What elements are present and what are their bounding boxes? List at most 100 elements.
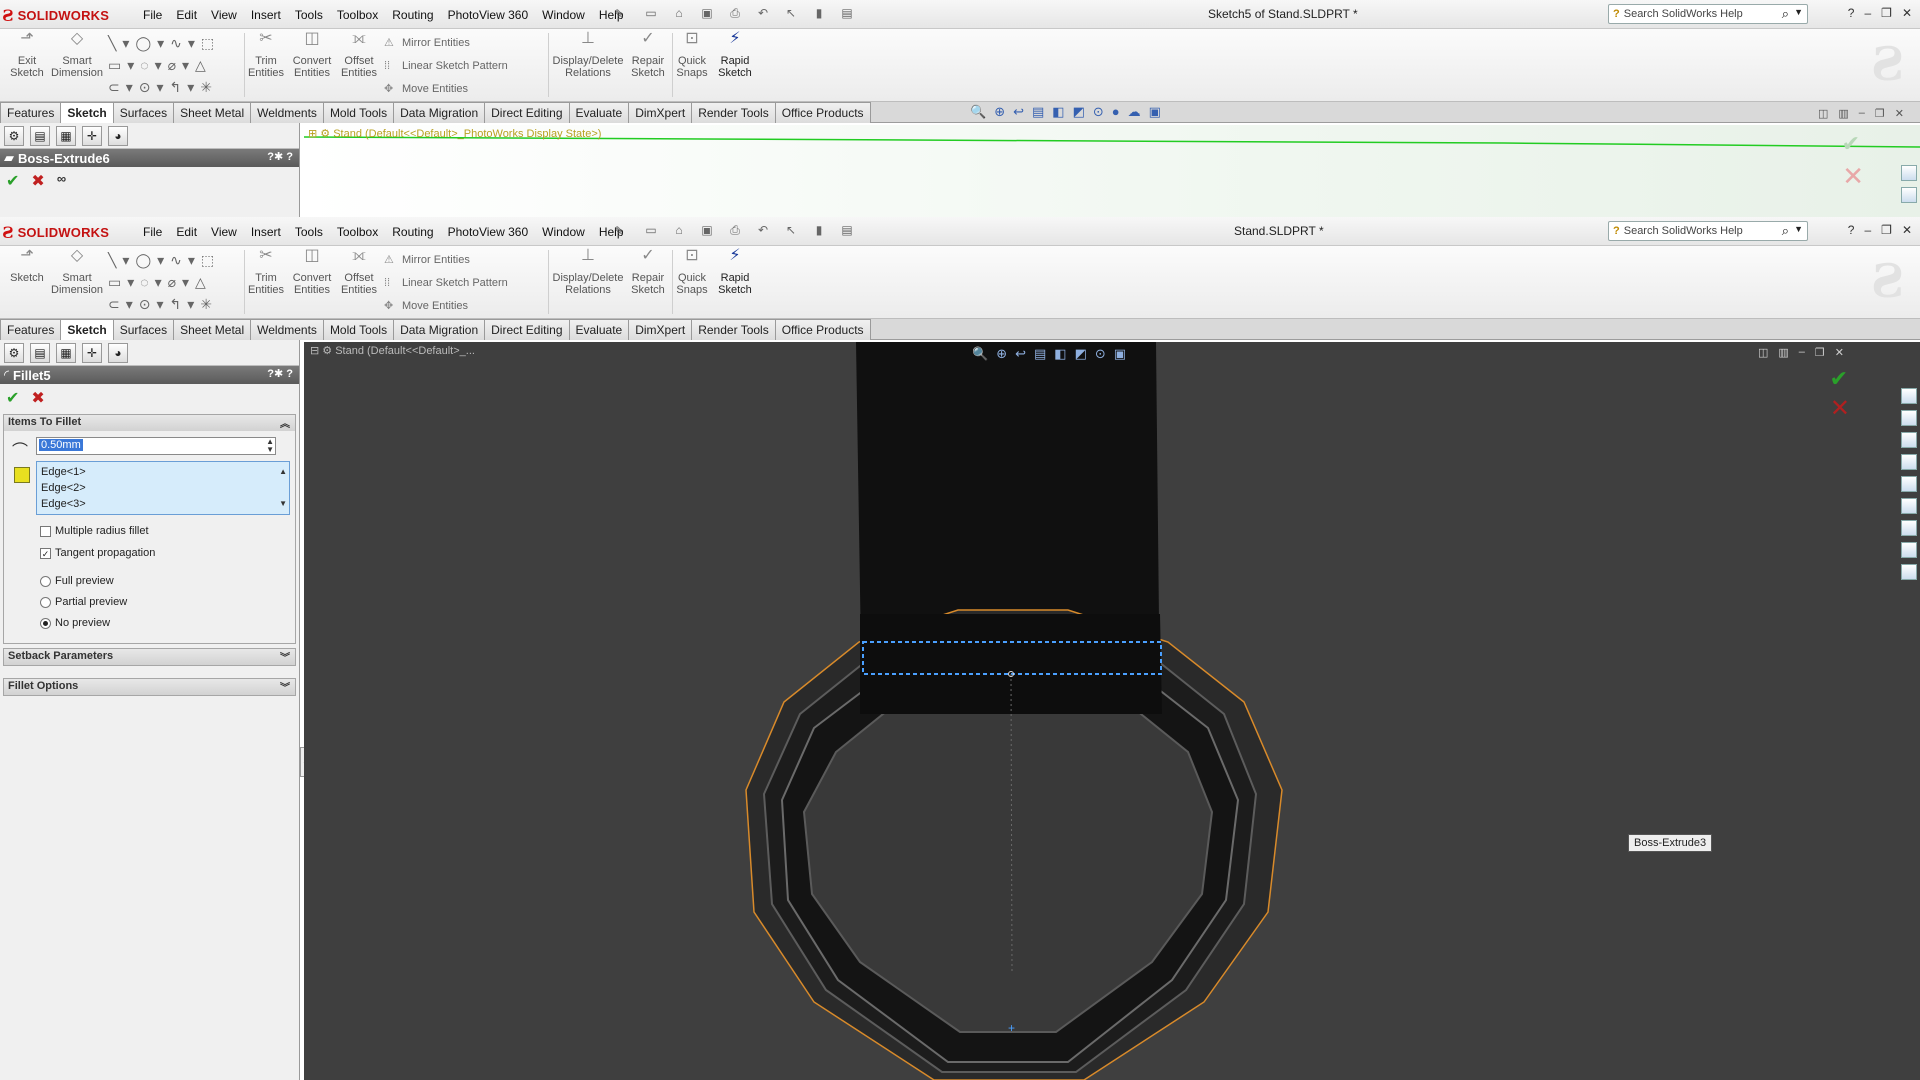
move-entities-item[interactable]: ✥ Move Entities <box>384 78 508 101</box>
tab-sheet-metal[interactable]: Sheet Metal <box>173 319 252 340</box>
tab-office-products[interactable]: Office Products <box>774 102 871 123</box>
feature-tree-root[interactable]: ⊞ ⚙ Stand (Default<<Default>_PhotoWorks … <box>308 127 601 140</box>
radius-value[interactable]: 0.50mm <box>39 439 83 451</box>
home-icon[interactable] <box>1901 410 1917 426</box>
help-icon[interactable]: ? <box>1848 223 1855 237</box>
help-icon[interactable]: ?✱ ? <box>267 150 293 163</box>
tab-weldments[interactable]: Weldments <box>250 319 324 340</box>
linear-pattern-item[interactable]: ⁞⁞ Linear Sketch Pattern <box>384 272 508 295</box>
new-icon[interactable]: ▭ <box>640 6 662 22</box>
menu-window[interactable]: Window <box>535 6 592 24</box>
close-icon[interactable]: ✕ <box>1895 107 1904 120</box>
save-icon[interactable]: ▣ <box>696 6 718 22</box>
tab-features[interactable]: Features <box>0 319 62 340</box>
cancel-x-icon[interactable]: ✖ <box>31 171 44 190</box>
section-view-icon[interactable]: ▤ <box>1034 346 1046 362</box>
tab-render-tools[interactable]: Render Tools <box>691 102 776 123</box>
recorder-icon[interactable] <box>1901 564 1917 580</box>
scroll-up-icon[interactable]: ▲ <box>279 464 287 480</box>
property-manager-icon[interactable]: ▤ <box>30 343 50 363</box>
scroll-down-icon[interactable]: ▼ <box>279 496 287 512</box>
custom-properties-icon[interactable] <box>1901 520 1917 536</box>
group-header[interactable]: Setback Parameters ︾ <box>4 649 295 665</box>
restore-icon[interactable]: ❐ <box>1815 346 1825 359</box>
tab-sheet-metal[interactable]: Sheet Metal <box>173 102 252 123</box>
resources-icon[interactable] <box>1901 165 1917 181</box>
menu-edit[interactable]: Edit <box>169 6 204 24</box>
move-entities-item[interactable]: ✥ Move Entities <box>384 295 508 318</box>
view-settings-icon[interactable]: ▣ <box>1114 346 1126 362</box>
expand-icon[interactable]: ︾ <box>280 679 290 694</box>
restore-icon[interactable]: ❐ <box>1875 107 1885 120</box>
split-h-icon[interactable]: ◫ <box>1758 346 1768 359</box>
tangent-checkbox[interactable]: ✓ <box>40 547 51 559</box>
tab-mold-tools[interactable]: Mold Tools <box>322 319 395 340</box>
tab-sketch[interactable]: Sketch <box>60 319 114 340</box>
expand-icon[interactable]: ︾ <box>280 649 290 664</box>
tab-mold-tools[interactable]: Mold Tools <box>322 102 395 123</box>
split-h-icon[interactable]: ◫ <box>1818 107 1828 120</box>
split-v-icon[interactable]: ▥ <box>1838 107 1848 120</box>
zoom-area-icon[interactable]: ⊕ <box>994 104 1005 120</box>
linear-pattern-item[interactable]: ⁞⁞ Linear Sketch Pattern <box>384 55 508 78</box>
tab-data-migration[interactable]: Data Migration <box>393 319 486 340</box>
menu-insert[interactable]: Insert <box>244 223 288 241</box>
feature-manager-icon[interactable]: ⚙ <box>4 126 24 146</box>
confirm-ok-icon[interactable]: ✔ <box>1842 131 1860 157</box>
no-preview-option[interactable]: No preview <box>40 617 110 629</box>
menu-toolbox[interactable]: Toolbox <box>330 6 385 24</box>
confirm-cancel-icon[interactable]: ✕ <box>1842 161 1864 192</box>
partial-preview-option[interactable]: Partial preview <box>40 596 127 608</box>
previous-view-icon[interactable]: ↩ <box>1013 104 1024 120</box>
print-icon[interactable]: ⎙ <box>724 6 746 22</box>
sketch-tools-grid[interactable]: ╲▾◯▾∿▾⬚ ▭▾◌▾⌀▾△ ⊂▾⊙▾↰▾✳ <box>108 249 240 313</box>
confirm-ok-icon[interactable]: ✔ <box>1830 366 1848 392</box>
ok-check-icon[interactable]: ✔ <box>6 388 19 407</box>
options-icon[interactable]: ▤ <box>836 6 858 22</box>
view-orientation-icon[interactable]: ◧ <box>1054 346 1066 362</box>
minimize-icon[interactable]: – <box>1859 107 1865 120</box>
rapid-sketch-button[interactable]: ⚡ Rapid Sketch <box>714 248 756 297</box>
feature-manager-icon[interactable]: ⚙ <box>4 343 24 363</box>
offset-entities-button[interactable]: ⟗ Offset Entities <box>338 31 380 80</box>
undo-icon[interactable]: ↶ <box>752 6 774 22</box>
repair-sketch-button[interactable]: ✓ Repair Sketch <box>628 31 668 80</box>
no-preview-radio[interactable] <box>40 617 51 629</box>
solidworks-logo[interactable]: Ƨ SOLIDWORKS <box>2 4 122 26</box>
menu-window[interactable]: Window <box>535 223 592 241</box>
select-icon[interactable]: ↖ <box>780 6 802 22</box>
ok-check-icon[interactable]: ✔ <box>6 171 19 190</box>
search-help-box[interactable]: ? Search SolidWorks Help ⌕ ▼ <box>1608 221 1808 241</box>
sketch-button[interactable]: ⬏ Sketch <box>6 248 48 285</box>
menu-file[interactable]: File <box>136 223 169 241</box>
tab-features[interactable]: Features <box>0 102 62 123</box>
section-view-icon[interactable]: ▤ <box>1032 104 1044 120</box>
quick-snaps-button[interactable]: ⊡ Quick Snaps <box>674 31 710 80</box>
confirm-cancel-icon[interactable]: ✕ <box>1830 394 1850 423</box>
group-header[interactable]: Fillet Options ︾ <box>4 679 295 695</box>
list-item[interactable]: Edge<1> <box>41 464 285 480</box>
forum-icon[interactable] <box>1901 542 1917 558</box>
multiple-radius-option[interactable]: Multiple radius fillet <box>40 525 149 537</box>
pin-icon[interactable]: ✎ <box>614 7 628 21</box>
open-icon[interactable]: ⌂ <box>668 6 690 22</box>
trim-entities-button[interactable]: ✂ Trim Entities <box>246 31 286 80</box>
tab-data-migration[interactable]: Data Migration <box>393 102 486 123</box>
quick-snaps-button[interactable]: ⊡ Quick Snaps <box>674 248 710 297</box>
radius-field[interactable]: 0.50mm ▲ ▼ <box>36 437 276 455</box>
view-palette-icon[interactable] <box>1901 476 1917 492</box>
menu-insert[interactable]: Insert <box>244 6 288 24</box>
appearance-icon[interactable]: ● <box>1112 104 1120 120</box>
multiple-radius-checkbox[interactable] <box>40 525 51 537</box>
tab-dimxpert[interactable]: DimXpert <box>628 319 693 340</box>
full-preview-radio[interactable] <box>40 575 51 587</box>
menu-tools[interactable]: Tools <box>288 223 330 241</box>
menu-routing[interactable]: Routing <box>385 223 440 241</box>
tab-direct-editing[interactable]: Direct Editing <box>484 319 570 340</box>
dimxpert-manager-icon[interactable]: ✛ <box>82 343 102 363</box>
tab-weldments[interactable]: Weldments <box>250 102 324 123</box>
resources-icon[interactable] <box>1901 388 1917 404</box>
rebuild-icon[interactable]: ▮ <box>808 6 830 22</box>
menu-routing[interactable]: Routing <box>385 6 440 24</box>
search-input[interactable]: Search SolidWorks Help <box>1624 8 1743 20</box>
